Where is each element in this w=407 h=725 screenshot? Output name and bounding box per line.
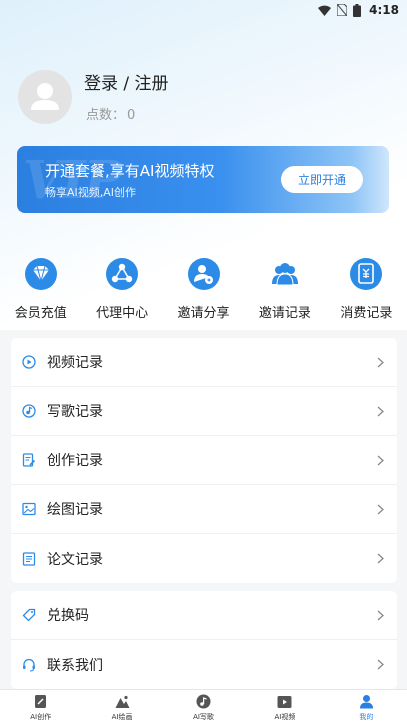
chevron-right-icon xyxy=(375,659,385,671)
quick-action-agent[interactable]: 代理中心 xyxy=(81,255,162,330)
chevron-right-icon xyxy=(375,503,385,515)
menu-item-video-records[interactable]: 视频记录 xyxy=(11,338,397,387)
menu-item-paper-records[interactable]: 论文记录 xyxy=(11,534,397,583)
quick-action-label: 会员充值 xyxy=(14,306,67,321)
avatar[interactable] xyxy=(18,70,72,124)
create-icon xyxy=(33,694,49,710)
menu-item-redeem-code[interactable]: 兑换码 xyxy=(11,591,397,640)
menu-item-label: 论文记录 xyxy=(47,551,103,568)
diamond-icon xyxy=(22,255,60,293)
music-icon xyxy=(196,694,212,710)
login-register-link[interactable]: 登录 / 注册 xyxy=(84,72,169,96)
edit-doc-icon xyxy=(21,452,37,468)
banner-subtitle: 畅享AI视频,AI创作 xyxy=(45,186,137,199)
quick-action-label: 消费记录 xyxy=(340,306,393,321)
profile-header[interactable]: 登录 / 注册 点数： 0 xyxy=(18,70,169,124)
quick-action-membership[interactable]: 会员充值 xyxy=(0,255,81,330)
tag-icon xyxy=(21,607,37,623)
default-avatar-icon xyxy=(31,83,59,110)
image-icon xyxy=(21,501,37,517)
status-bar: 4:18 xyxy=(0,0,407,20)
quick-action-label: 代理中心 xyxy=(96,306,149,321)
quick-action-invite-share[interactable]: 邀请分享 xyxy=(163,255,244,330)
quick-action-invite-records[interactable]: 邀请记录 xyxy=(244,255,325,330)
wifi-icon xyxy=(318,5,332,16)
play-circle-icon xyxy=(21,354,37,370)
tab-label: AI写歌 xyxy=(193,712,214,721)
menu-item-drawing-records[interactable]: 绘图记录 xyxy=(11,485,397,534)
tab-profile[interactable]: 我的 xyxy=(326,690,407,725)
points-value: 0 xyxy=(127,107,136,123)
users-icon xyxy=(266,255,304,293)
chevron-right-icon xyxy=(375,405,385,417)
support-menu: 兑换码 联系我们 xyxy=(11,591,397,689)
share-user-icon xyxy=(185,255,223,293)
profile-icon xyxy=(358,694,374,710)
banner-title: 开通套餐,享有AI视频特权 xyxy=(45,162,215,180)
menu-item-label: 联系我们 xyxy=(47,657,103,674)
bottom-tab-bar: AI创作 AI绘画 AI写歌 AI视频 我的 xyxy=(0,689,407,725)
quick-action-label: 邀请分享 xyxy=(177,306,230,321)
menu-item-song-records[interactable]: 写歌记录 xyxy=(11,387,397,436)
tab-ai-create[interactable]: AI创作 xyxy=(0,690,81,725)
quick-action-spending-records[interactable]: 消费记录 xyxy=(326,255,407,330)
status-time: 4:18 xyxy=(369,3,399,17)
chevron-right-icon xyxy=(375,609,385,621)
menu-item-creation-records[interactable]: 创作记录 xyxy=(11,436,397,485)
music-disc-icon xyxy=(21,403,37,419)
paper-icon xyxy=(21,551,37,567)
paint-icon xyxy=(114,694,130,710)
headset-icon xyxy=(21,657,37,673)
tab-ai-song[interactable]: AI写歌 xyxy=(163,690,244,725)
tab-label: AI创作 xyxy=(30,712,52,721)
chevron-right-icon xyxy=(375,356,385,368)
chevron-right-icon xyxy=(375,454,385,466)
menu-item-label: 写歌记录 xyxy=(47,404,103,420)
receipt-icon xyxy=(347,255,385,293)
network-icon xyxy=(103,255,141,293)
menu-item-label: 视频记录 xyxy=(47,355,103,371)
tab-label: 我的 xyxy=(359,712,374,721)
quick-actions: 会员充值 代理中心 邀请分享 邀请记录 消费记录 xyxy=(0,255,407,330)
tab-label: AI视频 xyxy=(274,712,296,721)
records-menu: 视频记录 写歌记录 创作记录 绘图记录 论文记录 xyxy=(11,338,397,583)
menu-item-label: 创作记录 xyxy=(47,453,103,469)
tab-ai-paint[interactable]: AI绘画 xyxy=(81,690,162,725)
points-label: 点数： xyxy=(86,107,126,123)
chevron-right-icon xyxy=(375,553,385,565)
vip-banner[interactable]: VIP 开通套餐,享有AI视频特权 畅享AI视频,AI创作 立即开通 xyxy=(17,146,389,213)
tab-label: AI绘画 xyxy=(111,712,133,721)
video-icon xyxy=(277,694,293,710)
quick-action-label: 邀请记录 xyxy=(258,306,311,321)
battery-icon xyxy=(353,3,362,17)
menu-item-label: 绘图记录 xyxy=(47,502,103,518)
tab-ai-video[interactable]: AI视频 xyxy=(244,690,325,725)
no-sim-icon xyxy=(337,4,348,16)
open-vip-button[interactable]: 立即开通 xyxy=(281,166,363,193)
menu-item-label: 兑换码 xyxy=(47,608,89,624)
points-info: 点数： 0 xyxy=(84,104,169,123)
menu-item-contact-us[interactable]: 联系我们 xyxy=(11,640,397,689)
